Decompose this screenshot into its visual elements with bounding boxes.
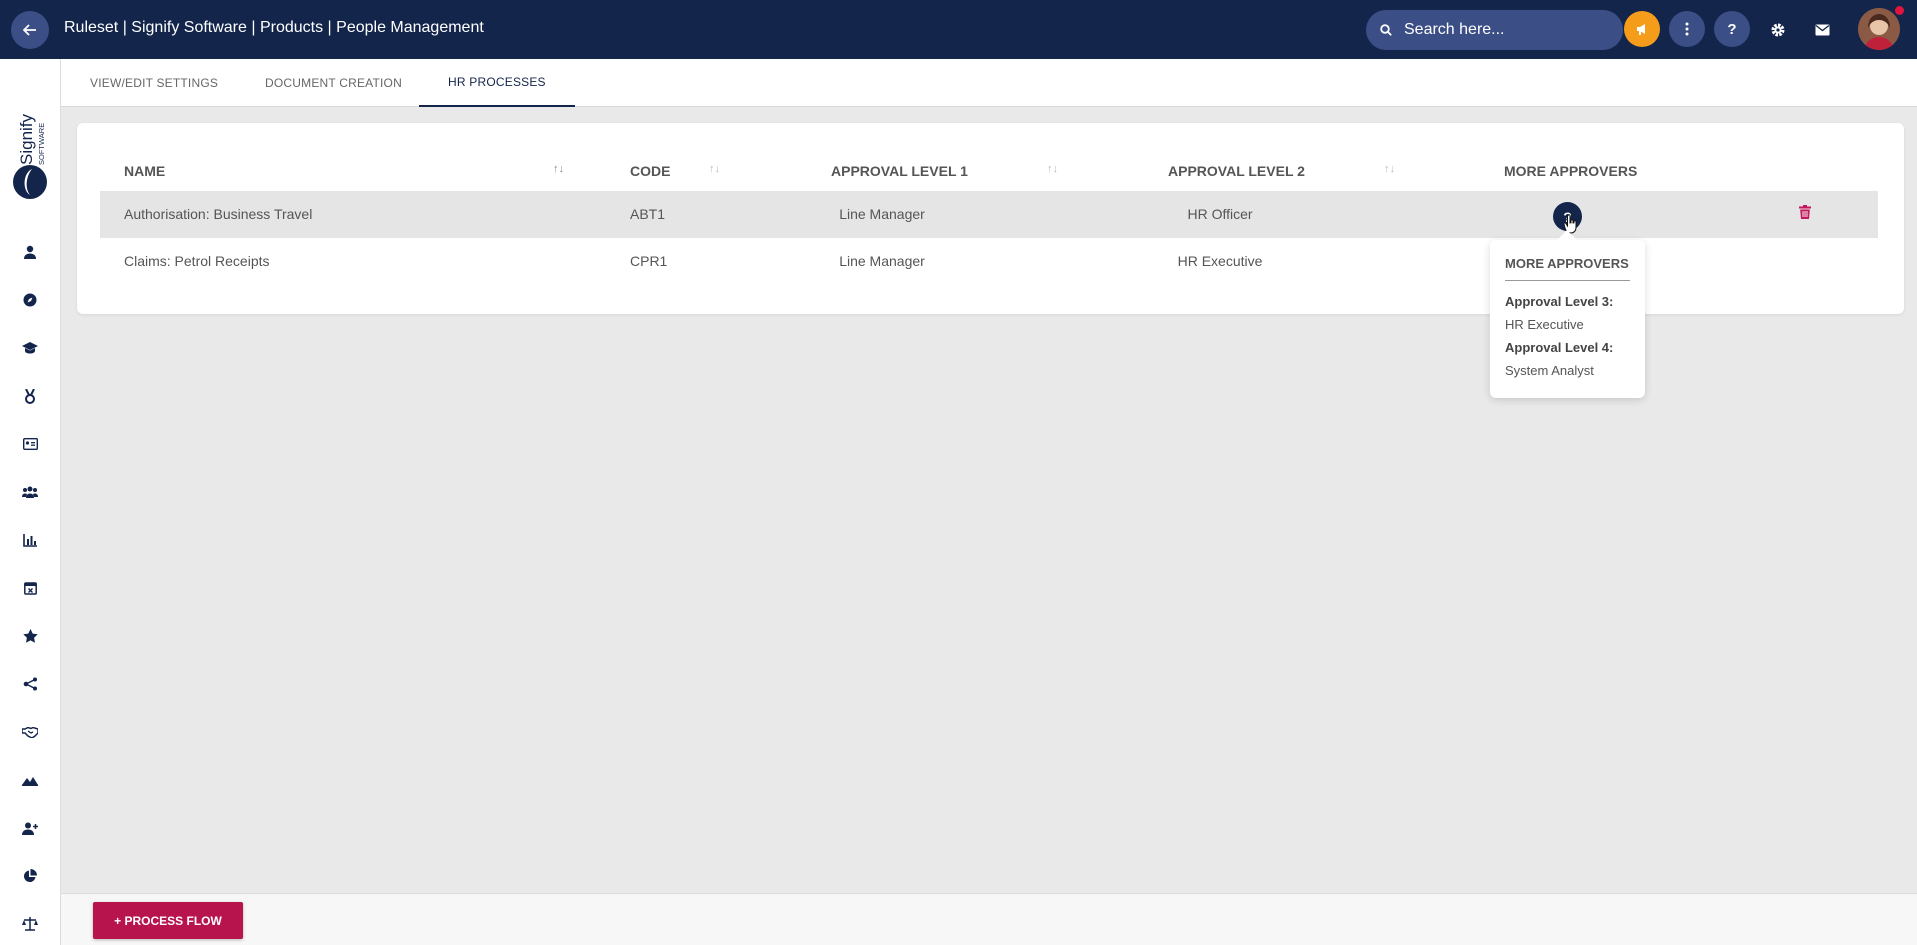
arrow-left-icon [23,24,36,36]
scales-icon [22,917,38,931]
user-photo-icon [1858,8,1900,50]
mail-button[interactable] [1810,18,1834,42]
column-header-name[interactable]: NAME [124,163,165,179]
users-group-icon [22,486,38,498]
sort-desc-icon[interactable]: ↑↓ [553,163,564,175]
cell-code: ABT1 [630,206,666,222]
mountain-icon [22,777,38,786]
tab-view-edit-settings[interactable]: VIEW/EDIT SETTINGS [90,59,218,107]
column-header-code[interactable]: CODE [630,163,670,179]
star-icon [22,629,38,643]
logo-subtext: SOFTWARE [37,123,46,165]
trash-icon [1799,205,1811,219]
more-options-button[interactable] [1669,11,1705,47]
sort-icon[interactable]: ↑↓ [709,163,720,175]
envelope-icon [1815,24,1829,36]
logo-text: Signify [17,113,36,165]
kebab-menu-icon [1685,22,1689,36]
cell-approval-level-2: HR Executive [1177,253,1263,269]
nav-reports[interactable] [18,528,42,552]
approval-level-3-value: HR Executive [1505,317,1584,332]
nav-workflow[interactable] [18,672,42,696]
cell-approval-level-2: HR Officer [1187,206,1253,222]
page-title: Ruleset | Signify Software | Products | … [64,19,484,36]
approval-level-3-label: Approval Level 3: [1505,294,1614,309]
notification-dot [1895,6,1904,15]
nav-analytics[interactable] [18,864,42,888]
tab-bar: VIEW/EDIT SETTINGS DOCUMENT CREATION HR … [61,59,1917,107]
bar-chart-icon [23,533,37,547]
graduation-cap-icon [22,342,38,354]
gear-icon [1771,23,1785,37]
more-approvers-popover: MORE APPROVERS Approval Level 3: HR Exec… [1490,240,1645,398]
popover-title: MORE APPROVERS [1505,256,1630,281]
left-sidebar: Signify SOFTWARE [0,59,61,945]
sort-icon[interactable]: ↑↓ [1384,163,1395,175]
nav-people[interactable] [18,240,42,264]
search-icon [1380,24,1392,36]
tab-document-creation[interactable]: DOCUMENT CREATION [265,59,402,107]
footer-bar [61,893,1917,945]
settings-button[interactable] [1766,18,1790,42]
nav-add-user[interactable] [18,816,42,840]
person-icon [24,245,36,259]
cell-code: CPR1 [630,253,668,269]
nav-landscape[interactable] [18,768,42,792]
workflow-icon [23,677,37,691]
column-header-more-approvers: MORE APPROVERS [1504,163,1638,179]
nav-training[interactable] [18,336,42,360]
delete-button[interactable] [1799,205,1815,223]
medal-icon [25,388,35,404]
process-flow-button[interactable]: + PROCESS FLOW [93,902,243,939]
search-box[interactable] [1366,10,1623,50]
user-avatar[interactable] [1858,8,1900,50]
approval-level-4-value: System Analyst [1505,363,1594,378]
nav-agreements[interactable] [18,720,42,744]
nav-compliance[interactable] [18,912,42,936]
nav-teams[interactable] [18,480,42,504]
handshake-icon [22,726,38,738]
cell-approval-level-1: Line Manager [839,253,925,269]
calendar-x-icon [23,582,37,595]
nav-compass[interactable] [18,288,42,312]
tab-hr-processes[interactable]: HR PROCESSES [419,59,575,107]
help-button[interactable]: ? [1714,11,1750,47]
nav-favourites[interactable] [18,624,42,648]
cell-name: Claims: Petrol Receipts [124,253,270,269]
help-label: ? [1727,20,1737,38]
back-button[interactable] [11,11,49,49]
cell-approval-level-1: Line Manager [839,206,925,222]
column-header-approval-level-2[interactable]: APPROVAL LEVEL 2 [1168,163,1305,179]
top-bar: Ruleset | Signify Software | Products | … [0,0,1917,59]
nav-calendar[interactable] [18,576,42,600]
cell-name: Authorisation: Business Travel [124,206,313,222]
user-plus-icon [22,822,38,835]
id-card-icon [22,438,38,450]
table-row[interactable]: Authorisation: Business Travel ABT1 Line… [100,191,1878,238]
column-header-approval-level-1[interactable]: APPROVAL LEVEL 1 [831,163,968,179]
nav-awards[interactable] [18,384,42,408]
announcement-button[interactable] [1624,11,1660,47]
sort-icon[interactable]: ↑↓ [1047,163,1058,175]
megaphone-icon [1637,24,1645,35]
approval-level-4-label: Approval Level 4: [1505,340,1614,355]
pie-chart-icon [23,869,37,883]
signify-logo: Signify SOFTWARE [10,97,50,227]
nav-id-cards[interactable] [18,432,42,456]
compass-icon [23,293,37,307]
search-input[interactable] [1404,21,1604,39]
